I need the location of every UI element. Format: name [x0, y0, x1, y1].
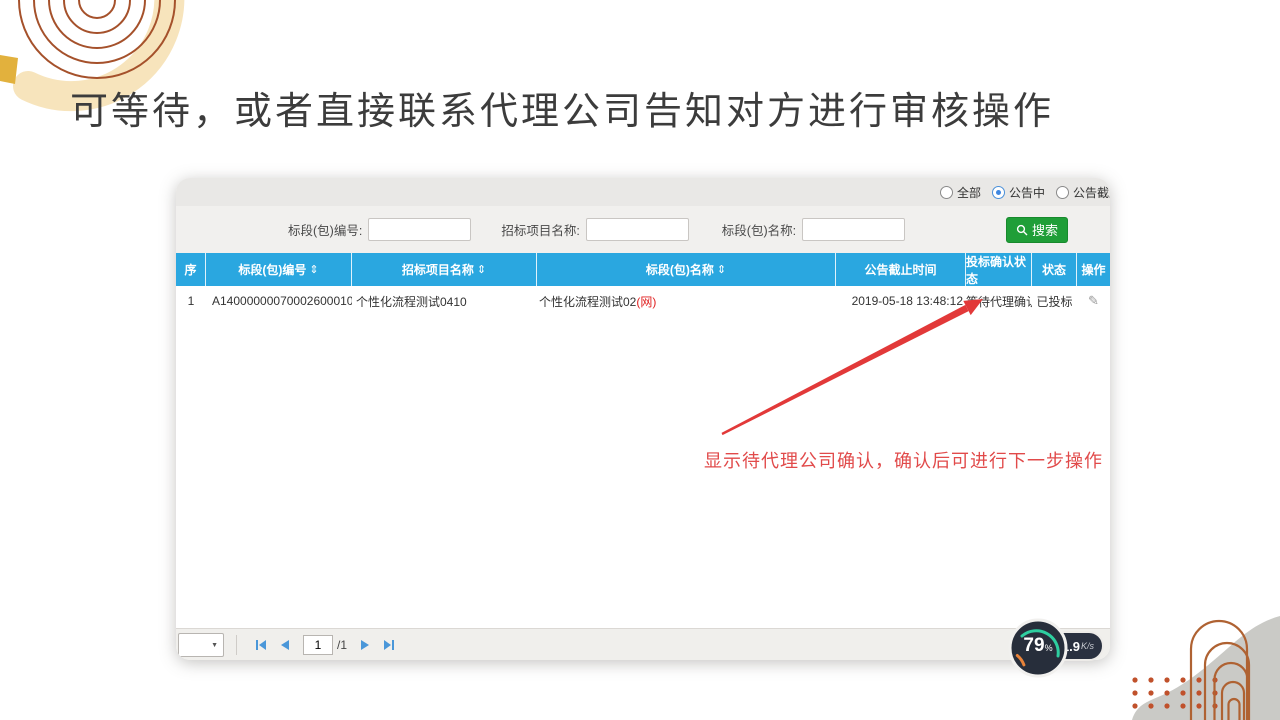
header-status: 状态 [1032, 253, 1077, 286]
decoration-bottom-right [1080, 590, 1280, 720]
section-name-label: 标段(包)名称: [722, 220, 796, 239]
next-page-icon [360, 639, 370, 651]
annotation-text: 显示待代理公司确认，确认后可进行下一步操作 [704, 447, 1103, 473]
upload-speed-unit: K/s [1081, 641, 1094, 651]
table-header: 序 标段(包)编号 ⇕ 招标项目名称 ⇕ 标段(包)名称 ⇕ 公告截止时间 投标… [176, 253, 1110, 286]
search-bar: 标段(包)编号: 招标项目名称: 标段(包)名称: 搜索 [176, 206, 1110, 253]
cell-project-name: 个性化流程测试0410 [352, 293, 537, 310]
sort-icon[interactable]: ⇕ [477, 263, 486, 276]
divider [236, 635, 237, 655]
filter-option-announcing[interactable]: 公告中 [992, 184, 1045, 201]
header-section-name[interactable]: 标段(包)名称 ⇕ [537, 253, 836, 286]
cell-bid-status: 已投标 [1032, 293, 1077, 310]
last-page-button[interactable] [377, 639, 401, 651]
pagination-bar: ▼ /1 [176, 628, 1110, 660]
search-icon [1016, 224, 1028, 236]
page-title: 可等待，或者直接联系代理公司告知对方进行审核操作 [70, 80, 1054, 135]
header-project-name[interactable]: 招标项目名称 ⇕ [352, 253, 537, 286]
cell-section-name: 个性化流程测试02(网) [537, 293, 836, 310]
filter-option-closed[interactable]: 公告截止 [1056, 184, 1110, 201]
cell-actions: ✎ [1077, 293, 1110, 309]
online-tag: (网) [636, 295, 656, 309]
prev-page-icon [280, 639, 290, 651]
cell-deadline: 2019-05-18 13:48:12 [836, 294, 966, 308]
cell-section-no: A1400000007000260001002 [206, 294, 352, 308]
radio-icon [1056, 186, 1069, 199]
filter-option-label: 公告中 [1009, 184, 1045, 201]
filter-option-label: 全部 [957, 184, 981, 201]
usage-gauge-widget[interactable] [1007, 617, 1069, 679]
last-page-icon [383, 639, 395, 651]
sort-icon[interactable]: ⇕ [309, 263, 318, 276]
sort-icon[interactable]: ⇕ [717, 263, 726, 276]
header-actions: 操作 [1077, 253, 1110, 286]
page-size-select[interactable]: ▼ [178, 633, 224, 657]
chevron-down-icon: ▼ [211, 642, 218, 649]
slide: 可等待，或者直接联系代理公司告知对方进行审核操作 全部 公告中 公告截止 [0, 0, 1280, 720]
project-name-input[interactable] [586, 218, 689, 241]
filter-option-all[interactable]: 全部 [940, 184, 981, 201]
page-number-input[interactable] [303, 635, 333, 655]
header-section-no[interactable]: 标段(包)编号 ⇕ [206, 253, 352, 286]
filter-option-label: 公告截止 [1073, 184, 1110, 201]
edit-icon[interactable]: ✎ [1088, 293, 1099, 308]
search-button-label: 搜索 [1032, 220, 1058, 239]
section-no-input[interactable] [368, 218, 471, 241]
cell-seq: 1 [176, 294, 206, 308]
prev-page-button[interactable] [273, 639, 297, 651]
app-window: 全部 公告中 公告截止 标段(包)编号: 招标项目名称: 标段(包)名称: [176, 178, 1110, 660]
header-deadline: 公告截止时间 [836, 253, 966, 286]
first-page-icon [255, 639, 267, 651]
project-name-label: 招标项目名称: [501, 220, 579, 239]
section-name-input[interactable] [802, 218, 905, 241]
filter-bar: 全部 公告中 公告截止 [176, 178, 1110, 206]
section-no-label: 标段(包)编号: [288, 220, 362, 239]
header-seq: 序 [176, 253, 206, 286]
table-row: 1 A1400000007000260001002 个性化流程测试0410 个性… [176, 286, 1110, 316]
next-page-button[interactable] [353, 639, 377, 651]
yellow-accent-shape [0, 55, 18, 84]
search-button[interactable]: 搜索 [1006, 217, 1068, 243]
radio-checked-icon [992, 186, 1005, 199]
first-page-button[interactable] [249, 639, 273, 651]
header-confirm-status: 投标确认状态 [966, 253, 1032, 286]
page-total-label: /1 [337, 638, 347, 652]
cell-confirm-status: 等待代理确认 [966, 293, 1032, 310]
radio-icon [940, 186, 953, 199]
